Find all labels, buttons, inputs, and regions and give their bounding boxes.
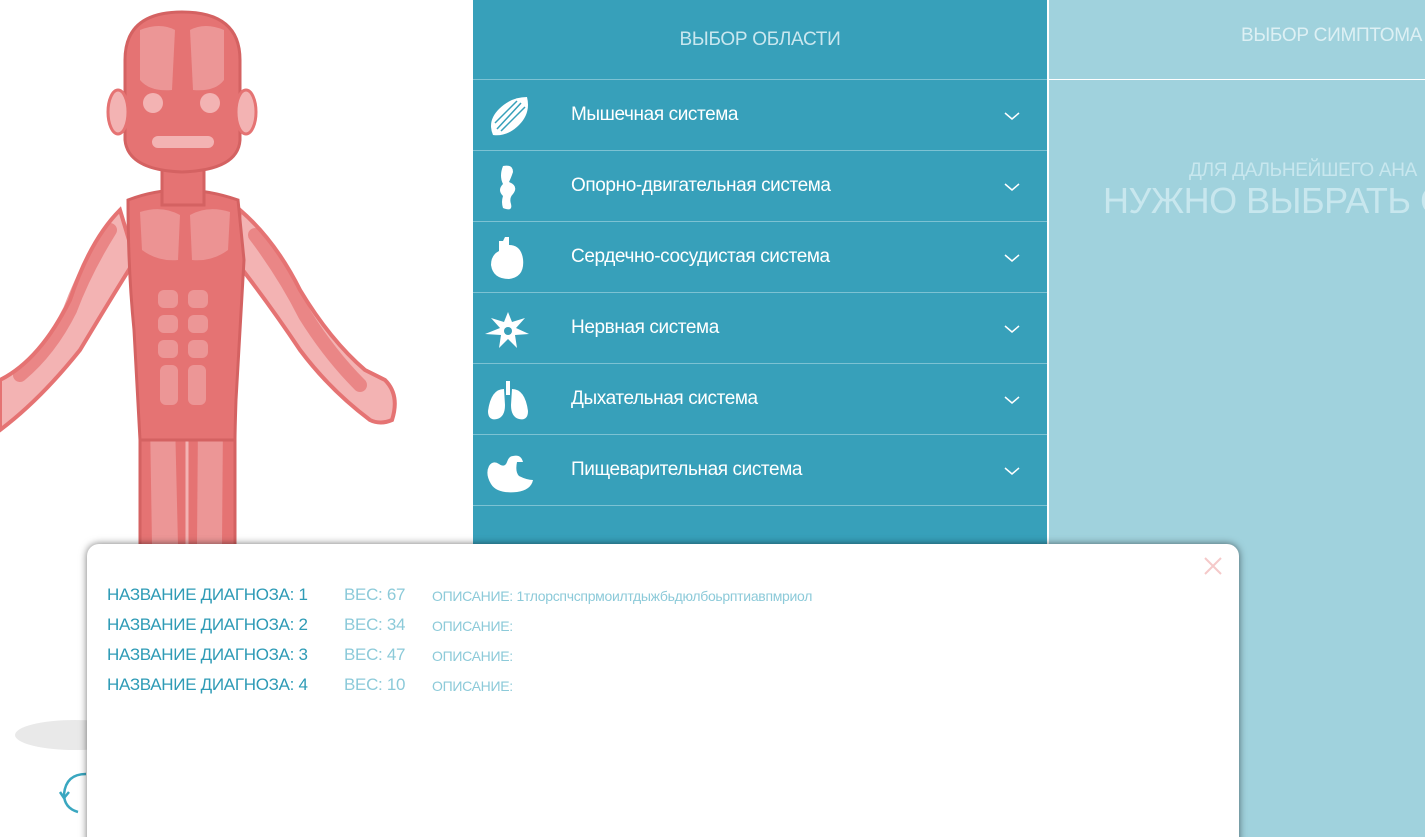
diagnosis-name: НАЗВАНИЕ ДИАГНОЗА: 3	[107, 645, 308, 664]
region-panel-title-text: ВЫБОР ОБЛАСТИ	[679, 28, 841, 50]
diagnosis-description: ОПИСАНИЕ:	[432, 618, 513, 634]
neuron-icon	[483, 304, 533, 354]
lungs-icon	[483, 375, 533, 425]
diagnosis-description: ОПИСАНИЕ:	[432, 648, 513, 664]
muscle-icon	[483, 91, 533, 141]
region-item-label: Опорно-двигательная система	[571, 175, 831, 196]
chevron-down-icon[interactable]	[1004, 251, 1020, 263]
symptom-hint-small: ДЛЯ ДАЛЬНЕЙШЕГО АНА	[1189, 160, 1418, 181]
region-panel-title: ВЫБОР ОБЛАСТИ	[473, 0, 1047, 80]
region-item-skeletal[interactable]: Опорно-двигательная система	[473, 151, 1047, 222]
symptom-hint-big: НУЖНО ВЫБРАТЬ С	[1103, 180, 1425, 221]
diagnosis-description: ОПИСАНИЕ:	[432, 678, 513, 694]
diagnosis-name: НАЗВАНИЕ ДИАГНОЗА: 1	[107, 585, 308, 604]
diagnosis-name: НАЗВАНИЕ ДИАГНОЗА: 4	[107, 675, 308, 694]
bone-icon	[483, 162, 533, 212]
region-item-label: Дыхательная система	[571, 388, 758, 409]
diagnosis-weight: ВЕС: 10	[344, 675, 406, 694]
chevron-down-icon[interactable]	[1004, 393, 1020, 405]
region-item-label: Пищеварительная система	[571, 459, 803, 480]
region-item-label: Нервная система	[571, 317, 719, 338]
region-item-respiratory[interactable]: Дыхательная система	[473, 364, 1047, 435]
diagnosis-weight: ВЕС: 67	[344, 585, 406, 604]
region-item-digestive[interactable]: Пищеварительная система	[473, 435, 1047, 506]
region-item-cardiovascular[interactable]: Сердечно-сосудистая система	[473, 222, 1047, 293]
heart-icon	[483, 233, 533, 283]
close-icon[interactable]	[1201, 554, 1225, 578]
diagnosis-weight: ВЕС: 47	[344, 645, 406, 664]
region-item-muscular[interactable]: Мышечная система	[473, 80, 1047, 151]
region-item-label: Мышечная система	[571, 104, 739, 125]
stomach-icon	[483, 446, 533, 496]
symptom-panel-title: ВЫБОР СИМПТОМА	[1049, 0, 1425, 80]
diagnosis-weight: ВЕС: 34	[344, 615, 406, 634]
chevron-down-icon[interactable]	[1004, 109, 1020, 121]
chevron-down-icon[interactable]	[1004, 464, 1020, 476]
region-item-label: Сердечно-сосудистая система	[571, 246, 830, 267]
diagnosis-modal: НАЗВАНИЕ ДИАГНОЗА: 1 ВЕС: 67 ОПИСАНИЕ: 1…	[87, 544, 1239, 837]
diagnosis-name: НАЗВАНИЕ ДИАГНОЗА: 2	[107, 615, 308, 634]
region-item-nervous[interactable]: Нервная система	[473, 293, 1047, 364]
symptom-panel-title-text: ВЫБОР СИМПТОМА	[1241, 25, 1423, 46]
diagnosis-description: ОПИСАНИЕ: 1тлорспчспрмоилтдыжбьдюлбоьрпт…	[432, 588, 813, 604]
chevron-down-icon[interactable]	[1004, 180, 1020, 192]
app-page: ВЫБОР ОБЛАСТИ Мышечная система Опорно-дв…	[0, 0, 1425, 837]
chevron-down-icon[interactable]	[1004, 322, 1020, 334]
